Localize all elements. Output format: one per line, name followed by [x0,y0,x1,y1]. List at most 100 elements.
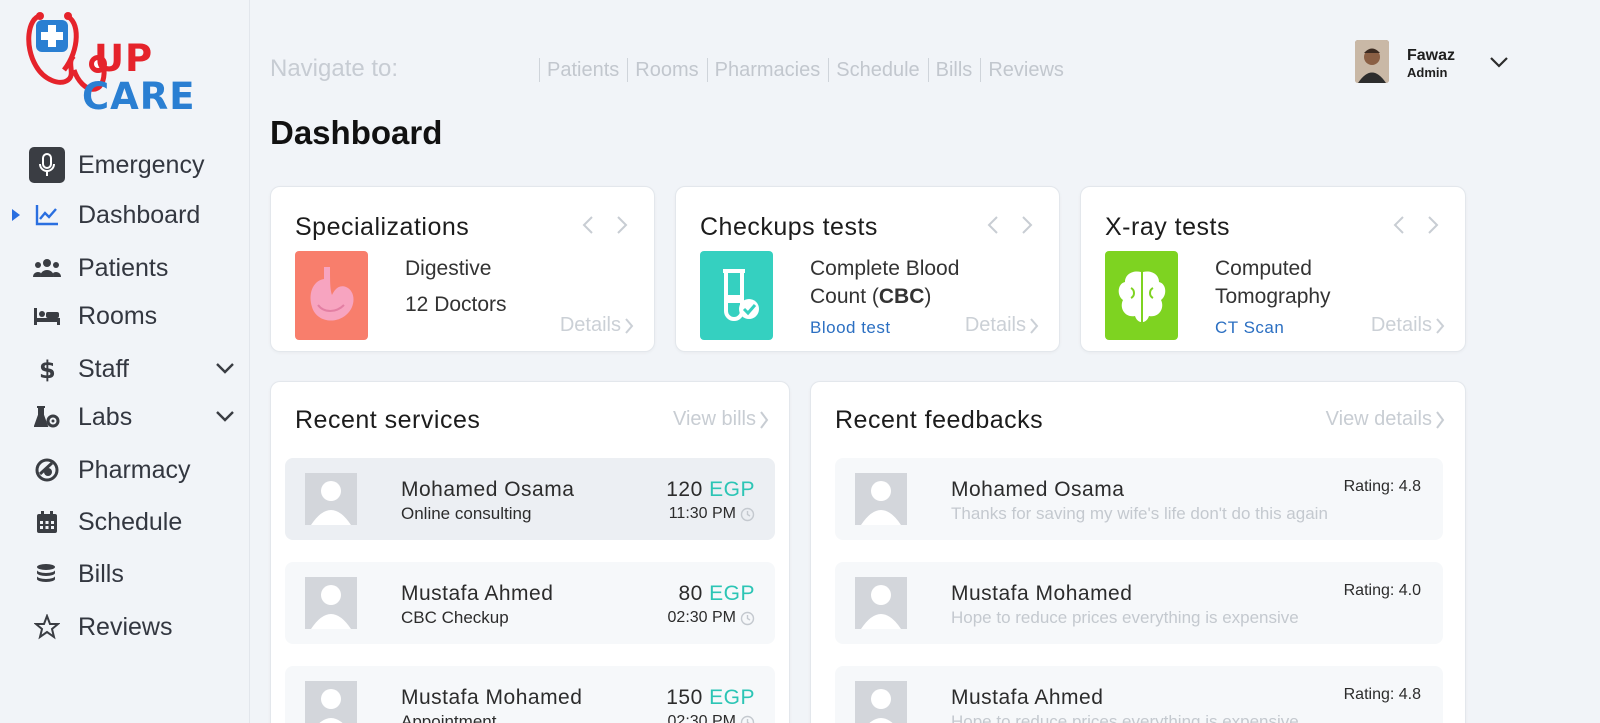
feedback-row[interactable]: Mohamed Osama Thanks for saving my wife'… [835,458,1443,540]
microphone-icon [29,147,65,183]
sidebar-item-emergency[interactable]: Emergency [0,145,250,185]
chevron-right-icon [1436,317,1445,334]
card-title: X-ray tests [1105,213,1230,241]
service-row[interactable]: Mustafa Mohamed Appointment 150 EGP 02:3… [285,666,775,723]
logo-up-text: UP [94,37,154,80]
chevron-down-icon[interactable] [214,405,236,432]
service-amount: 80 EGP [678,582,755,605]
sidebar-item-label: Rooms [78,301,158,330]
sidebar-item-label: Labs [78,402,133,431]
sidebar-item-label: Staff [78,354,129,383]
xray-name: Computed Tomography [1215,257,1331,308]
topnav-link-schedule[interactable]: Schedule [828,58,927,82]
checkups-card: Checkups tests Complete Blood Count (CBC… [675,186,1060,352]
chevron-left-icon[interactable] [983,215,1003,235]
topnav-link-patients[interactable]: Patients [539,58,627,82]
feedback-rating: Rating: 4.0 [1343,582,1421,599]
sidebar-item-rooms[interactable]: Rooms [0,296,250,336]
panel-title: Recent feedbacks [835,406,1044,434]
view-details-link[interactable]: View details [1326,408,1445,431]
pills-icon [32,455,62,485]
xray-category: CT Scan [1215,318,1285,337]
sidebar-item-pharmacy[interactable]: Pharmacy [0,450,250,490]
chevron-right-icon [625,317,634,334]
topnav-link-bills[interactable]: Bills [927,58,981,82]
topnav-link-pharmacies[interactable]: Pharmacies [706,58,829,82]
service-name: Appointment [401,712,497,723]
recent-feedbacks-panel: Recent feedbacks View details Mohamed Os… [810,381,1466,723]
sidebar-item-reviews[interactable]: Reviews [0,607,250,647]
feedback-row[interactable]: Mustafa Ahmed Hope to reduce prices ever… [835,666,1443,723]
clock-icon [740,507,755,521]
service-time: 02:30 PM [668,609,755,627]
user-name: Fawaz [1407,47,1456,64]
sidebar-item-label: Dashboard [78,200,201,229]
chevron-right-icon[interactable] [612,215,632,235]
patient-name: Mustafa Ahmed [401,582,554,605]
chevron-right-icon[interactable] [1423,215,1443,235]
sidebar-item-staff[interactable]: $ Staff [0,349,250,389]
recent-services-panel: Recent services View bills Mohamed Osama… [270,381,790,723]
view-details-label: View details [1325,408,1432,430]
user-placeholder-icon [855,577,907,629]
feedback-comment: Hope to reduce prices everything is expe… [951,712,1299,723]
user-placeholder-icon [305,681,357,723]
flask-gear-icon [32,402,62,432]
user-placeholder-icon [305,473,357,525]
service-row[interactable]: Mustafa Ahmed CBC Checkup 80 EGP 02:30 P… [285,562,775,644]
sidebar-item-bills[interactable]: Bills [0,554,250,594]
service-row[interactable]: Mohamed Osama Online consulting 120 EGP … [285,458,775,540]
service-amount: 150 EGP [666,686,755,709]
page-title: Dashboard [270,114,443,151]
chevron-down-icon[interactable] [1489,54,1509,75]
view-bills-link[interactable]: View bills [673,408,769,431]
sidebar-item-labs[interactable]: Labs [0,397,250,437]
card-arrows [1389,215,1443,235]
chevron-left-icon[interactable] [578,215,598,235]
feedback-comment: Hope to reduce prices everything is expe… [951,608,1299,627]
clock-icon [740,715,755,723]
brain-icon [1105,251,1178,340]
chart-line-icon [32,200,62,230]
card-arrows [983,215,1037,235]
logo-care-text: CARE [82,75,196,118]
reviewer-name: Mustafa Mohamed [951,582,1133,605]
bed-icon [32,301,62,331]
details-link[interactable]: Details [965,314,1039,337]
sidebar-item-label: Schedule [78,507,183,536]
details-label: Details [559,314,621,336]
sidebar-item-dashboard[interactable]: Dashboard [0,195,250,235]
chevron-left-icon[interactable] [1389,215,1409,235]
sidebar-item-label: Reviews [78,612,173,641]
test-name: Complete Blood Count (CBC) [810,257,960,308]
users-icon [32,253,62,283]
sidebar-item-schedule[interactable]: Schedule [0,502,250,542]
sidebar-item-label: Patients [78,253,169,282]
sidebar: UP CARE Emergency Dashboard Patients Roo… [0,0,250,723]
chevron-down-icon[interactable] [214,357,236,384]
view-bills-label: View bills [673,408,756,430]
test-category: Blood test [810,318,891,337]
topnav-link-reviews[interactable]: Reviews [980,58,1072,82]
card-title: Checkups tests [700,213,878,241]
card-title: Specializations [295,213,470,241]
navigate-to-label: Navigate to: [270,55,399,82]
avatar [1355,40,1389,83]
doctor-count: 12 Doctors [405,293,507,316]
card-arrows [578,215,632,235]
user-role: Admin [1407,65,1448,80]
topnav-link-rooms[interactable]: Rooms [627,58,706,82]
upcare-logo[interactable]: UP CARE [26,10,195,115]
sidebar-item-label: Pharmacy [78,455,191,484]
details-label: Details [964,314,1026,336]
chevron-right-icon [1436,410,1445,429]
details-link[interactable]: Details [560,314,634,337]
feedback-row[interactable]: Mustafa Mohamed Hope to reduce prices ev… [835,562,1443,644]
dollar-staff-icon: $ [32,354,62,384]
details-link[interactable]: Details [1371,314,1445,337]
service-name: CBC Checkup [401,608,509,627]
chevron-right-icon[interactable] [1017,215,1037,235]
sidebar-item-label: Bills [78,559,124,588]
specializations-card: Specializations Digestive 12 Doctors Det… [270,186,655,352]
sidebar-item-patients[interactable]: Patients [0,248,250,288]
